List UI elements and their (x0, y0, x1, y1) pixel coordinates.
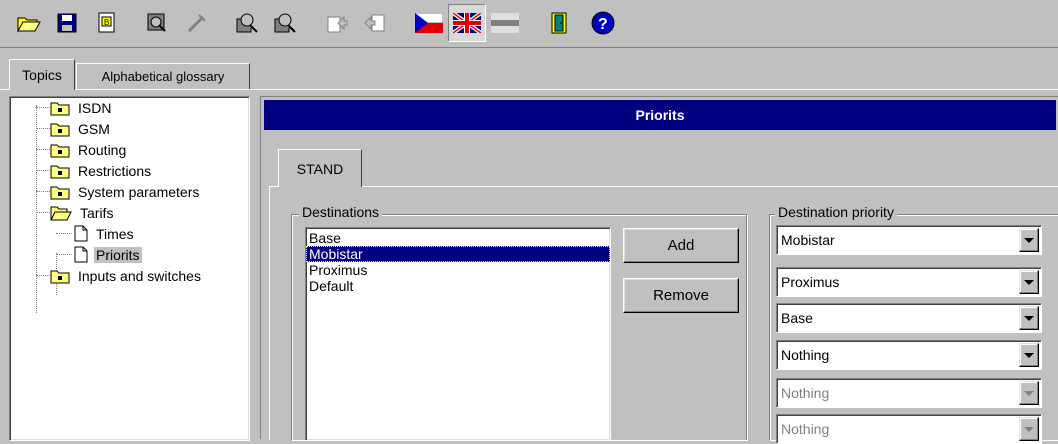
combo-value: Nothing (781, 385, 830, 401)
disconnect-button[interactable] (178, 4, 216, 42)
exit-door-icon (551, 12, 567, 34)
english-language-button[interactable] (448, 4, 486, 42)
chevron-down-icon (1019, 381, 1039, 405)
folder-icon (50, 102, 70, 115)
list-item[interactable]: Default (306, 278, 610, 294)
export-document-icon: B (98, 12, 115, 33)
combo-value: Proximus (781, 274, 840, 290)
read-device-icon (236, 13, 258, 33)
tab-stand[interactable]: STAND (278, 149, 362, 187)
priority-combo-4[interactable]: Nothing (776, 340, 1042, 370)
tree-item-label: ISDN (78, 99, 112, 116)
add-button[interactable]: Add (623, 228, 739, 263)
tab-topics-label: Topics (22, 67, 62, 83)
chevron-down-icon[interactable] (1019, 228, 1039, 252)
tree-item-label: Priorits (94, 246, 142, 263)
disconnect-icon (187, 14, 206, 33)
tree-item-times[interactable]: Times (56, 223, 136, 244)
help-icon: ? (591, 11, 615, 35)
search-button[interactable] (138, 4, 176, 42)
folder-icon (50, 270, 70, 283)
chevron-down-icon (1019, 417, 1039, 441)
page-icon (74, 246, 88, 263)
tree-item-priorits[interactable]: Priorits (56, 244, 142, 265)
toolbar: B ? (0, 0, 1058, 48)
priority-legend: Destination priority (775, 204, 897, 220)
tree-item-label: Routing (78, 141, 127, 158)
tree-item-routing[interactable]: Routing (36, 139, 128, 160)
other-language-button[interactable] (486, 4, 524, 42)
tab-topics[interactable]: Topics (9, 59, 75, 90)
chevron-down-icon[interactable] (1019, 270, 1039, 294)
tree-item-restrictions[interactable]: Restrictions (36, 160, 153, 181)
save-disk-icon (57, 13, 77, 33)
list-item[interactable]: Proximus (306, 262, 610, 278)
tree-item-gsm[interactable]: GSM (36, 118, 112, 139)
tab-stand-label: STAND (296, 160, 344, 177)
priority-combo-2[interactable]: Proximus (776, 267, 1042, 297)
priority-combo-3[interactable]: Base (776, 303, 1042, 333)
help-button[interactable]: ? (584, 4, 622, 42)
czech-flag-icon (415, 13, 443, 33)
open-folder-icon (17, 17, 41, 33)
combo-value: Mobistar (781, 232, 835, 248)
combo-value: Nothing (781, 347, 830, 363)
upload-button[interactable] (318, 4, 356, 42)
open-button[interactable] (10, 4, 48, 42)
tab-strip-line (0, 89, 1058, 90)
tree-item-label: Times (96, 225, 134, 242)
remove-button-label: Remove (653, 287, 709, 304)
upload-icon (327, 15, 348, 33)
write-device-icon (274, 13, 296, 33)
open-folder-icon (50, 206, 72, 220)
language-blank-icon (491, 13, 519, 33)
folder-icon (50, 165, 70, 178)
uk-flag-icon (453, 13, 481, 33)
export-button[interactable]: B (88, 4, 126, 42)
download-button[interactable] (356, 4, 394, 42)
tree-item-label: System parameters (78, 183, 200, 200)
svg-text:?: ? (598, 16, 608, 33)
priority-combo-6: Nothing (776, 414, 1042, 444)
combo-value: Base (781, 310, 813, 326)
write-button[interactable] (266, 4, 304, 42)
tree-item-label: Restrictions (78, 162, 152, 179)
folder-icon (50, 123, 70, 136)
czech-language-button[interactable] (410, 4, 448, 42)
priority-combo-5: Nothing (776, 378, 1042, 408)
splitter[interactable] (252, 96, 260, 439)
list-item-selected[interactable]: Mobistar (306, 246, 610, 262)
topic-tree[interactable]: ISDN GSM Routing Restrictions System par… (9, 96, 250, 441)
search-device-icon (147, 13, 166, 32)
page-icon (74, 225, 88, 242)
destinations-legend: Destinations (299, 204, 383, 220)
remove-button[interactable]: Remove (623, 278, 739, 313)
download-icon (364, 14, 385, 32)
list-item[interactable]: Base (306, 230, 610, 246)
svg-text:B: B (104, 18, 109, 27)
panel-title: Priorits (635, 107, 685, 123)
tree-item-label: Tarifs (80, 204, 114, 221)
tree-item-tarifs[interactable]: Tarifs (36, 202, 115, 223)
tree-item-system-parameters[interactable]: System parameters (36, 181, 201, 202)
combo-value: Nothing (781, 421, 830, 437)
tree-item-label: GSM (78, 120, 110, 137)
folder-icon (50, 186, 70, 199)
add-button-label: Add (667, 237, 695, 254)
tree-item-isdn[interactable]: ISDN (36, 97, 113, 118)
folder-icon (50, 144, 70, 157)
tree-item-label: Inputs and switches (78, 267, 201, 284)
tab-glossary-label: Alphabetical glossary (101, 69, 225, 84)
panel-title-bar: Priorits (264, 100, 1056, 130)
tree-item-inputs-switches[interactable]: Inputs and switches (36, 265, 203, 286)
chevron-down-icon[interactable] (1019, 343, 1039, 367)
chevron-down-icon[interactable] (1019, 306, 1039, 330)
tab-glossary[interactable]: Alphabetical glossary (76, 63, 250, 89)
read-button[interactable] (228, 4, 266, 42)
destinations-list[interactable]: Base Mobistar Proximus Default (305, 227, 611, 440)
save-button[interactable] (48, 4, 86, 42)
exit-button[interactable] (540, 4, 578, 42)
priority-combo-1[interactable]: Mobistar (776, 225, 1042, 255)
